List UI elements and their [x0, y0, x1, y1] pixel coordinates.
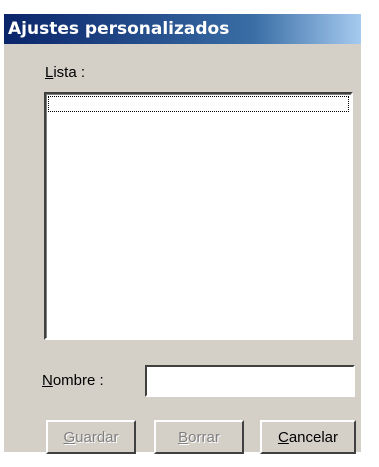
list-label-text: Lista :	[45, 64, 86, 81]
save-button[interactable]: Guardar	[46, 420, 136, 454]
list-label: Lista :	[45, 64, 85, 81]
cancel-button[interactable]: Cancelar	[260, 420, 356, 454]
delete-button[interactable]: Borrar	[154, 420, 244, 454]
custom-settings-dialog: Ajustes personalizados Lista : Nombre : …	[4, 14, 361, 454]
cancel-button-label: Cancelar	[277, 428, 339, 446]
dialog-title: Ajustes personalizados	[4, 14, 361, 44]
list-focus-rect[interactable]	[48, 96, 349, 112]
name-label-text: Nombre :	[42, 372, 104, 389]
delete-button-label: Borrar	[178, 428, 220, 446]
name-label: Nombre :	[42, 372, 104, 389]
save-button-label: Guardar	[63, 428, 119, 446]
name-input[interactable]	[145, 365, 355, 397]
settings-listbox[interactable]	[44, 92, 353, 340]
